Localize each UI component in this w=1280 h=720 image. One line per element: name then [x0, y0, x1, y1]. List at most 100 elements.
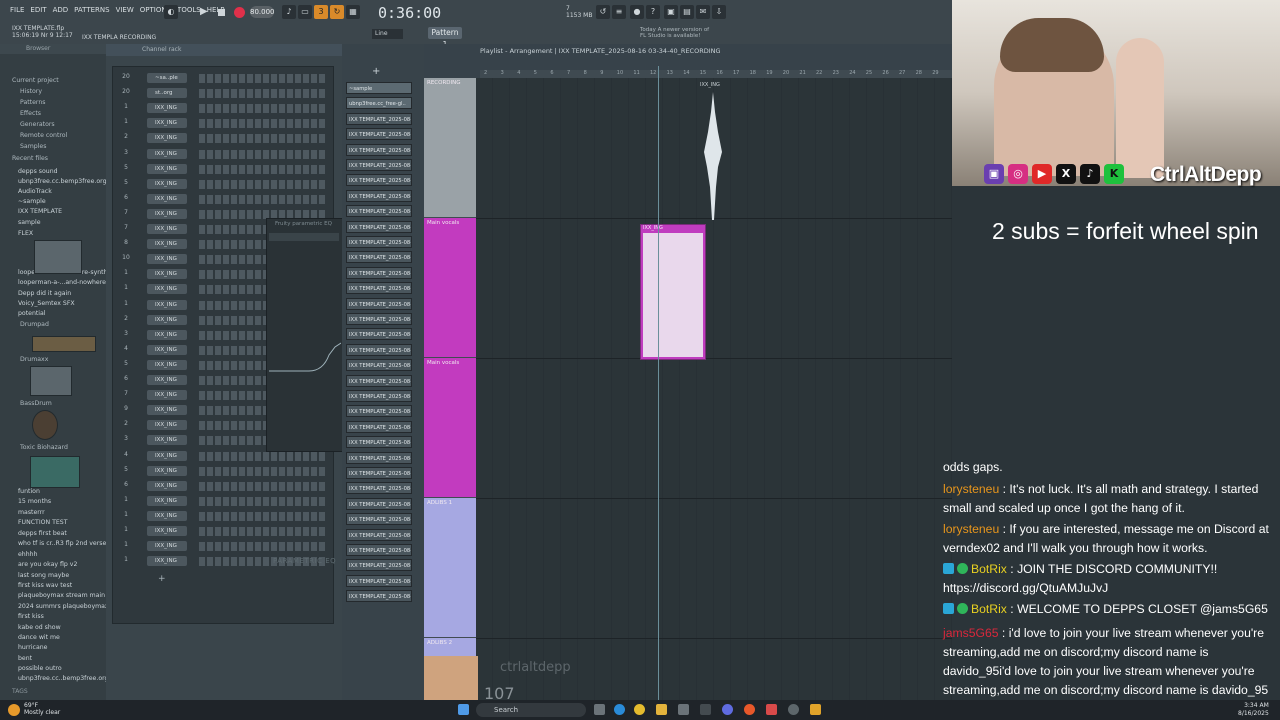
playlist-pattern-item[interactable]: IXX TEMPLATE_2025-08-1 — [346, 205, 412, 218]
help-icon[interactable]: ? — [646, 5, 660, 19]
playlist-pattern-item[interactable]: IXX TEMPLATE_2025-08-1 — [346, 390, 412, 402]
channel-row[interactable]: 1 IXX_ING — [113, 101, 333, 116]
channel-name-button[interactable]: IXX_ING — [147, 299, 187, 310]
obs-icon[interactable] — [744, 704, 755, 715]
channel-name-button[interactable]: IXX_ING — [147, 526, 187, 536]
channel-name-button[interactable]: IXX_ING — [147, 405, 187, 416]
channel-row[interactable]: 20 ~sa..ple — [113, 71, 333, 86]
browser-folder[interactable]: Recent files — [12, 155, 48, 162]
chat-username[interactable]: lorysteneu — [943, 482, 999, 496]
channel-name-button[interactable]: IXX_ING — [147, 163, 187, 174]
add-channel-button[interactable]: + — [158, 574, 166, 584]
browser-file[interactable]: funtion — [18, 488, 40, 495]
playlist-pattern-item[interactable]: IXX TEMPLATE_2025-08-1 — [346, 513, 412, 526]
channel-name-button[interactable]: IXX_ING — [147, 314, 187, 325]
chat-username[interactable]: jams5G65 — [943, 626, 999, 640]
pattern-selector[interactable]: Pattern 1 — [428, 27, 462, 49]
playlist-pattern-item[interactable]: IXX TEMPLATE_2025-08-1 — [346, 266, 412, 279]
playlist-pattern-item[interactable]: IXX TEMPLATE_2025-08-1 — [346, 528, 412, 541]
browser-file[interactable]: FUNCTION TEST — [18, 519, 68, 526]
playlist-pattern-item[interactable]: IXX TEMPLATE_2025-08-1 — [346, 343, 412, 356]
channel-row[interactable]: 1 IXX_ING — [113, 494, 333, 509]
playlist-pattern-item[interactable]: IXX TEMPLATE_2025-08-1 — [346, 112, 412, 125]
channel-row[interactable]: 6 IXX_ING — [113, 479, 333, 494]
menu-file[interactable]: FILE — [10, 6, 24, 14]
channel-name-button[interactable]: IXX_ING — [147, 133, 187, 144]
browser-file[interactable]: 2024 summrs plaqueboymax — [18, 603, 109, 610]
step-sequencer[interactable] — [199, 511, 327, 521]
browser-file[interactable]: hurricane — [18, 644, 47, 651]
playlist-pattern-item[interactable]: IXX TEMPLATE_2025-08-1 — [346, 359, 412, 372]
channel-name-button[interactable]: IXX_ING — [147, 208, 187, 219]
loop-record-icon[interactable]: ↻ — [330, 5, 344, 19]
browser-file[interactable]: ~sample — [18, 198, 46, 205]
settings-icon[interactable] — [700, 704, 711, 715]
step-sequencer[interactable] — [199, 149, 327, 159]
update-hint[interactable]: Today A newer version of FL Studio is av… — [640, 27, 709, 39]
browser-file[interactable]: looperman-a-...and-nowhere — [18, 279, 106, 286]
browser-folder[interactable]: History — [20, 88, 42, 95]
snap-select[interactable]: Line — [372, 29, 403, 39]
step-sequencer[interactable] — [199, 496, 327, 506]
channel-row[interactable]: 1 IXX_ING — [113, 509, 333, 524]
browser-folder[interactable]: Patterns — [20, 99, 45, 106]
playlist-pattern-item[interactable]: IXX TEMPLATE_2025-08-1 — [346, 544, 412, 556]
channel-row[interactable]: 5 IXX_ING — [113, 177, 333, 192]
chat-username[interactable]: BotRix — [971, 602, 1007, 616]
channel-name-button[interactable]: IXX_ING — [147, 450, 187, 461]
browser-file[interactable]: are you okay flp v2 — [18, 561, 77, 568]
playlist-pattern-item[interactable]: ~sample — [346, 82, 412, 94]
fl-studio-icon[interactable] — [810, 704, 821, 715]
browser-folder[interactable]: Drumaxx — [20, 356, 48, 363]
channel-name-button[interactable]: IXX_ING — [147, 148, 187, 159]
countdown-icon[interactable]: 3 — [314, 5, 328, 19]
channel-name-button[interactable]: IXX_ING — [147, 224, 187, 234]
browser-file[interactable]: sample — [18, 219, 41, 226]
playlist-pattern-item[interactable]: IXX TEMPLATE_2025-08-1 — [346, 236, 412, 248]
channel-row[interactable]: 1 IXX_ING — [113, 539, 333, 554]
channel-row[interactable]: 2 IXX_ING — [113, 131, 333, 146]
browser-file[interactable]: potential — [18, 310, 46, 317]
track-header[interactable]: RECORDING — [424, 78, 476, 217]
playlist-pattern-item[interactable]: IXX TEMPLATE_2025-08-1 — [346, 467, 412, 479]
channel-name-button[interactable]: IXX_ING — [147, 390, 187, 401]
windows-start-icon[interactable] — [458, 704, 469, 715]
browser-file[interactable]: ehhhh — [18, 551, 38, 558]
step-sequencer[interactable] — [199, 134, 327, 144]
tempo-display[interactable]: 80.000 — [250, 6, 275, 18]
step-sequencer[interactable] — [199, 164, 327, 174]
metronome-icon[interactable]: ♪ — [282, 5, 296, 19]
channel-row[interactable]: 5 IXX_ING — [113, 162, 333, 177]
playlist-pattern-item[interactable]: IXX TEMPLATE_2025-08-1 — [346, 374, 412, 387]
channel-name-button[interactable]: IXX_ING — [147, 375, 187, 385]
browser-folder[interactable]: BassDrum — [20, 400, 52, 407]
channel-name-button[interactable]: IXX_ING — [147, 239, 187, 250]
channel-row[interactable]: 20 st..org — [113, 86, 333, 101]
browser-folder[interactable]: Current project — [12, 77, 59, 84]
plugin-icon[interactable]: ▣ — [664, 5, 678, 19]
weather-widget[interactable]: 69°F Mostly clear — [24, 702, 60, 716]
parametric-eq-window[interactable]: Fruity parametric EQ PARAMETRIC EQ — [266, 218, 344, 565]
channel-row[interactable]: 1 IXX_ING — [113, 524, 333, 539]
channel-name-button[interactable]: IXX_ING — [147, 465, 187, 476]
menu-tools[interactable]: TOOLS — [177, 6, 201, 14]
playlist-pattern-item[interactable]: IXX TEMPLATE_2025-08-1 — [346, 436, 412, 449]
playlist-pattern-item[interactable]: IXX TEMPLATE_2025-08-1 — [346, 174, 412, 187]
channel-name-button[interactable]: IXX_ING — [147, 118, 187, 129]
channel-name-button[interactable]: IXX_ING — [147, 435, 187, 446]
undo-icon[interactable]: ↺ — [596, 5, 610, 19]
step-sequencer[interactable] — [199, 451, 327, 461]
browser-file[interactable]: last song maybe — [18, 572, 69, 579]
channel-name-button[interactable]: IXX_ING — [147, 420, 187, 431]
task-view-icon[interactable] — [594, 704, 605, 715]
menu-view[interactable]: VIEW — [116, 6, 134, 14]
chat-icon[interactable]: ✉ — [696, 5, 710, 19]
track-header[interactable]: Main vocals — [424, 218, 476, 357]
step-sequencer[interactable] — [199, 527, 327, 536]
playlist-pattern-item[interactable]: IXX TEMPLATE_2025-08-1 — [346, 143, 412, 156]
browser-file[interactable]: masterrr — [18, 509, 45, 516]
playlist-pattern-item[interactable]: IXX TEMPLATE_2025-08-1 — [346, 328, 412, 341]
track-header[interactable]: Main vocals — [424, 358, 476, 497]
pattern-song-toggle-icon[interactable]: ◐ — [164, 5, 178, 19]
menu-patterns[interactable]: PATTERNS — [74, 6, 109, 14]
